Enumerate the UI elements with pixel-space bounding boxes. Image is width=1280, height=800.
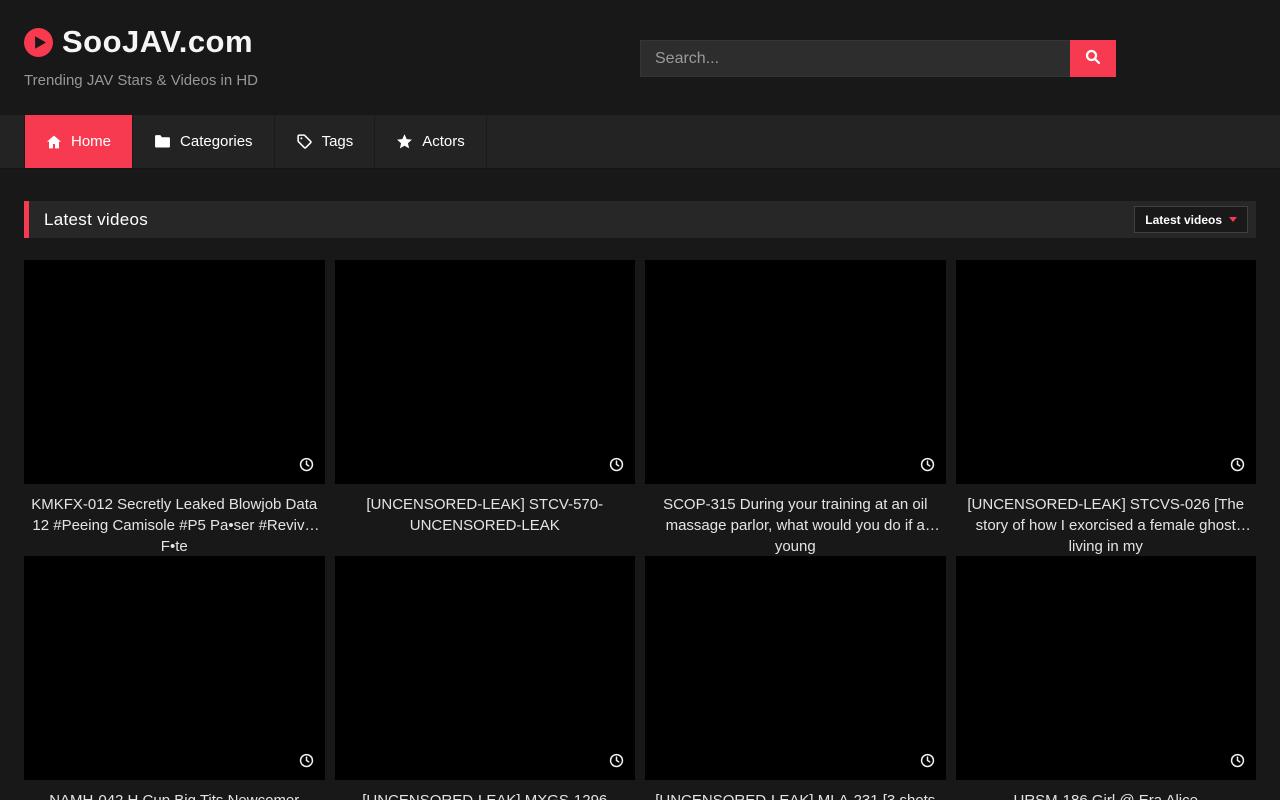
nav-item-home[interactable]: Home: [24, 115, 133, 168]
search-form: [640, 40, 1116, 77]
site-header: SooJAV.com Trending JAV Stars & Videos i…: [0, 0, 1280, 115]
video-grid: KMKFX-012 Secretly Leaked Blowjob Data 1…: [24, 260, 1256, 800]
nav-item-label: Tags: [322, 133, 354, 150]
video-card: URSM-186 Girl @ Era Alice: [956, 556, 1257, 800]
clock-icon: [1230, 753, 1245, 773]
clock-icon: [920, 753, 935, 773]
video-thumbnail[interactable]: [645, 260, 946, 484]
clock-icon: [299, 457, 314, 477]
play-circle-icon: [24, 28, 53, 57]
nav-item-tags[interactable]: Tags: [275, 115, 376, 168]
video-thumbnail[interactable]: [645, 556, 946, 780]
video-title[interactable]: [UNCENSORED-LEAK] MXGS-1296 Absolutely: [335, 780, 636, 800]
nav-item-label: Categories: [180, 133, 253, 150]
video-thumbnail[interactable]: [24, 260, 325, 484]
caret-down-icon: [1229, 217, 1237, 222]
clock-icon: [1230, 457, 1245, 477]
site-tagline: Trending JAV Stars & Videos in HD: [24, 72, 258, 89]
nav-item-actors[interactable]: Actors: [375, 115, 487, 168]
video-title[interactable]: [UNCENSORED-LEAK] STCVS-026 [The story o…: [956, 484, 1257, 556]
clock-icon: [609, 457, 624, 477]
video-thumbnail[interactable]: [956, 260, 1257, 484]
video-title[interactable]: NAMH-042 H Cup Big Tits Newcomer (170cm …: [24, 780, 325, 800]
nav-item-label: Actors: [422, 133, 465, 150]
magnifier-icon: [1084, 48, 1102, 69]
section-accent-bar: [24, 201, 29, 238]
video-title[interactable]: SCOP-315 During your training at an oil …: [645, 484, 946, 556]
section-header: Latest videos Latest videos: [24, 201, 1256, 238]
video-title[interactable]: [UNCENSORED-LEAK] MLA-231 [3 shots in: [645, 780, 946, 800]
home-icon: [46, 134, 62, 150]
video-card: [UNCENSORED-LEAK] MXGS-1296 Absolutely: [335, 556, 636, 800]
video-card: KMKFX-012 Secretly Leaked Blowjob Data 1…: [24, 260, 325, 556]
video-title[interactable]: [UNCENSORED-LEAK] STCV-570-UNCENSORED-LE…: [335, 484, 636, 556]
video-card: NAMH-042 H Cup Big Tits Newcomer (170cm …: [24, 556, 325, 800]
site-logo[interactable]: SooJAV.com: [24, 24, 253, 60]
search-input[interactable]: [640, 40, 1070, 77]
nav-item-categories[interactable]: Categories: [133, 115, 275, 168]
sort-dropdown-label: Latest videos: [1145, 213, 1222, 227]
main-nav: Home Categories Tags: [0, 115, 1280, 169]
main-content: Latest videos Latest videos KMKFX-012 Se…: [0, 201, 1280, 800]
sort-dropdown[interactable]: Latest videos: [1134, 206, 1248, 233]
video-title[interactable]: URSM-186 Girl @ Era Alice: [956, 780, 1257, 800]
nav-item-label: Home: [71, 133, 111, 150]
video-thumbnail[interactable]: [335, 556, 636, 780]
video-thumbnail[interactable]: [24, 556, 325, 780]
video-card: [UNCENSORED-LEAK] STCV-570-UNCENSORED-LE…: [335, 260, 636, 556]
site-title: SooJAV.com: [62, 24, 253, 60]
video-thumbnail[interactable]: [956, 556, 1257, 780]
tag-icon: [296, 133, 313, 150]
clock-icon: [299, 753, 314, 773]
section-title: Latest videos: [44, 210, 148, 230]
video-card: [UNCENSORED-LEAK] MLA-231 [3 shots in: [645, 556, 946, 800]
clock-icon: [609, 753, 624, 773]
clock-icon: [920, 457, 935, 477]
star-icon: [396, 133, 413, 150]
video-card: SCOP-315 During your training at an oil …: [645, 260, 946, 556]
video-thumbnail[interactable]: [335, 260, 636, 484]
video-title[interactable]: KMKFX-012 Secretly Leaked Blowjob Data 1…: [24, 484, 325, 556]
search-button[interactable]: [1070, 40, 1116, 77]
page: SooJAV.com Trending JAV Stars & Videos i…: [0, 0, 1280, 800]
folder-icon: [154, 134, 171, 149]
video-card: [UNCENSORED-LEAK] STCVS-026 [The story o…: [956, 260, 1257, 556]
